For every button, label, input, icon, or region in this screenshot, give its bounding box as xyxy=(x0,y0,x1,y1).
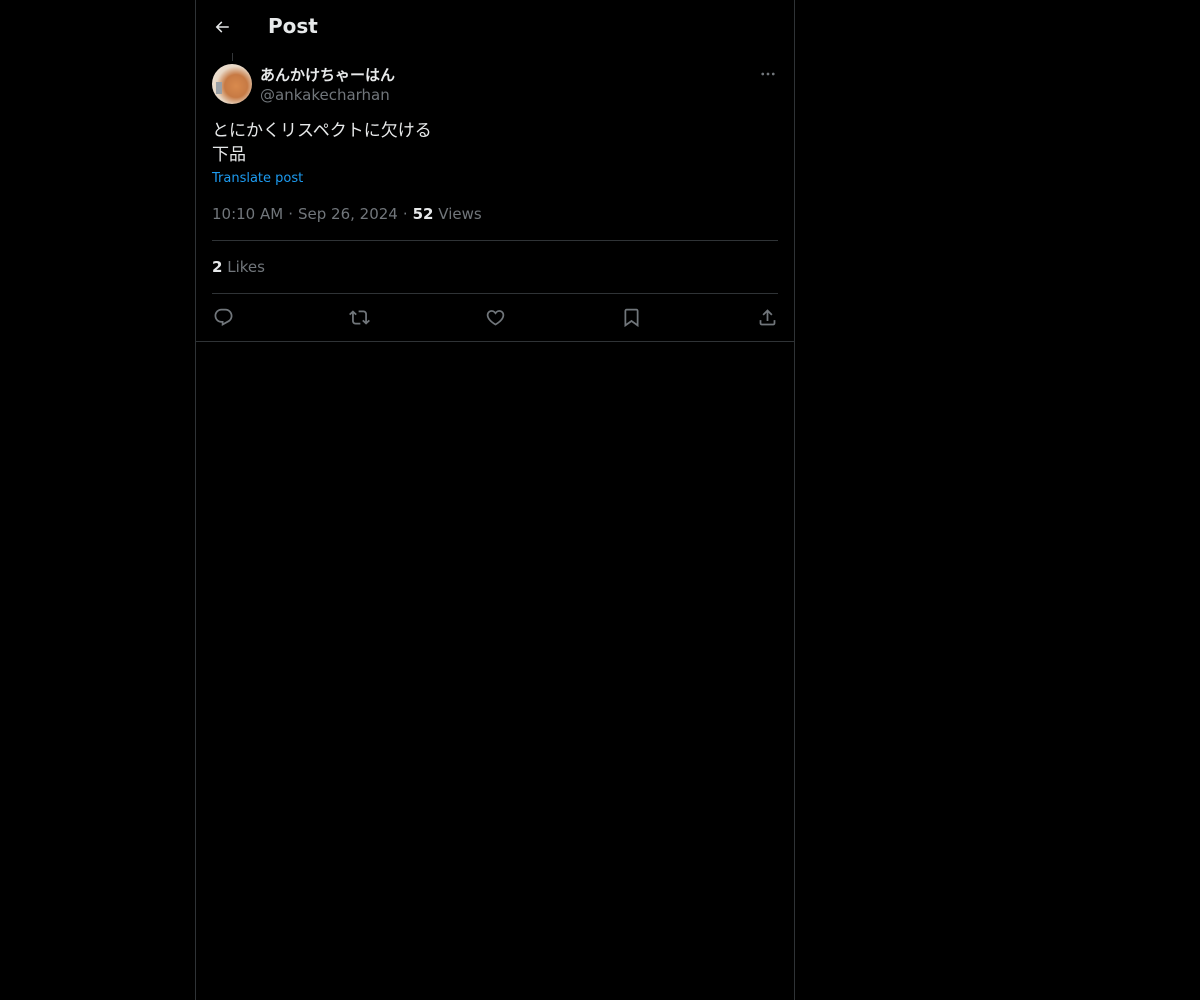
thread-connector-line xyxy=(232,53,233,61)
divider xyxy=(212,240,778,241)
like-button[interactable] xyxy=(484,306,506,328)
likes-stat[interactable]: 2 Likes xyxy=(212,257,265,277)
share-button[interactable] xyxy=(756,306,778,328)
meta-separator: · xyxy=(288,205,293,223)
post-detail-column: Post あんかけちゃーはん @ankakecharhan とにかくリスペクトに… xyxy=(195,0,795,1000)
likes-count: 2 xyxy=(212,258,223,276)
divider xyxy=(212,293,778,294)
post-text-line: 下品 xyxy=(212,145,246,165)
back-button[interactable] xyxy=(210,15,234,39)
post-actions xyxy=(212,304,778,330)
post-header: Post xyxy=(196,0,794,53)
more-icon xyxy=(761,72,775,76)
avatar[interactable] xyxy=(212,64,252,104)
bookmark-button[interactable] xyxy=(620,306,642,328)
share-icon xyxy=(759,308,775,325)
post-date[interactable]: Sep 26, 2024 xyxy=(298,205,398,223)
post-text-line: とにかくリスペクトに欠ける xyxy=(212,121,432,141)
post-bottom-border xyxy=(196,341,794,342)
meta-separator: · xyxy=(402,205,408,223)
repost-icon xyxy=(348,309,370,325)
views-label: Views xyxy=(438,205,482,223)
reply-button[interactable] xyxy=(212,306,234,328)
likes-label: Likes xyxy=(227,258,265,276)
arrow-left-icon xyxy=(215,21,229,33)
views-count: 52 xyxy=(412,205,434,223)
post-meta: 10:10 AM · Sep 26, 2024 · 52 Views xyxy=(212,204,482,224)
reply-icon xyxy=(214,308,232,326)
repost-button[interactable] xyxy=(348,306,370,328)
post-author: あんかけちゃーはん @ankakecharhan xyxy=(212,64,778,106)
author-name[interactable]: あんかけちゃーはん xyxy=(260,65,395,85)
page-title: Post xyxy=(268,14,318,38)
post-text: とにかくリスペクトに欠ける 下品 xyxy=(212,119,432,167)
bookmark-icon xyxy=(624,308,638,327)
avatar-detail xyxy=(216,82,222,94)
heart-icon xyxy=(486,309,504,326)
post-time[interactable]: 10:10 AM xyxy=(212,205,283,223)
translate-post-link[interactable]: Translate post xyxy=(212,170,303,188)
author-handle[interactable]: @ankakecharhan xyxy=(260,85,390,105)
more-options-button[interactable] xyxy=(758,64,778,84)
